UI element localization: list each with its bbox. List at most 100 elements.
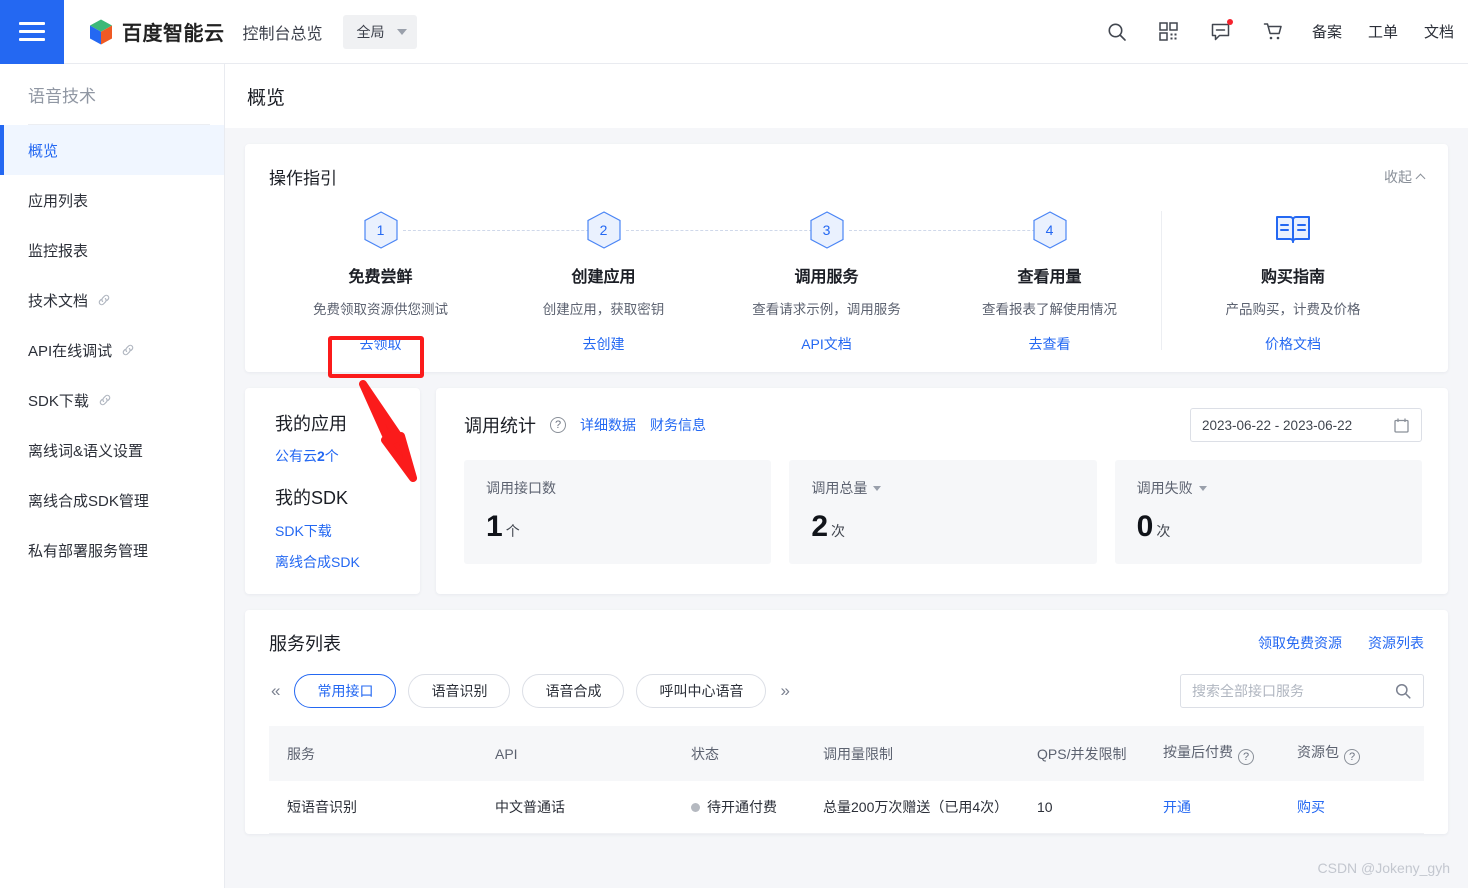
question-circle-icon[interactable]: ? [1344, 749, 1360, 765]
step-number: 3 [822, 222, 831, 238]
status-badge: 待开通付费 [691, 797, 791, 817]
header-link-docs[interactable]: 文档 [1424, 21, 1454, 42]
external-link-icon [98, 393, 112, 407]
console-title[interactable]: 控制台总览 [243, 20, 323, 44]
guide-step-3: 3 调用服务 查看请求示例，调用服务 API文档 [715, 207, 1050, 354]
sidebar-group-title: 语音技术 [28, 86, 96, 106]
stat-value-unit: 次 [1156, 523, 1171, 539]
double-chevron-left-icon[interactable]: « [269, 681, 282, 701]
stat-tile-value: 1 个 [486, 512, 749, 542]
call-statistics-card: 调用统计 ? 详细数据 财务信息 2023-06-22 - 2023-06-22 [436, 388, 1448, 594]
col-resource-package: 资源包? [1279, 726, 1424, 781]
stat-value-number: 0 [1136, 510, 1154, 543]
service-list-title: 服务列表 [269, 634, 341, 654]
step-name: 免费尝鲜 [348, 269, 413, 286]
sdk-download-link[interactable]: SDK下载 [275, 521, 420, 541]
search-icon[interactable] [1394, 682, 1412, 700]
public-cloud-count-link[interactable]: 公有云2个 [275, 446, 420, 466]
service-table: 服务 API 状态 调用量限制 QPS/并发限制 按量后付费 ? 资源包 ? 短… [269, 726, 1424, 834]
buy-guide-badge [1162, 207, 1424, 253]
tab-common-api[interactable]: 常用接口 [294, 674, 397, 708]
stats-link-financial-info[interactable]: 财务信息 [650, 415, 706, 435]
stat-tile-value: 0 次 [1137, 512, 1400, 542]
region-selector[interactable]: 全局 [342, 14, 417, 49]
service-table-head: 服务 API 状态 调用量限制 QPS/并发限制 按量后付费 ? 资源包 ? [269, 726, 1424, 781]
enable-postpaid-link[interactable]: 开通 [1163, 799, 1191, 815]
my-sdk-title: 我的SDK [275, 488, 349, 508]
step-description: 免费领取资源供您测试 [313, 302, 448, 317]
cell-resource-package: 购买 [1279, 781, 1424, 834]
hamburger-menu-icon[interactable] [0, 0, 64, 64]
sidebar-item-label: 私有部署服务管理 [28, 542, 149, 560]
sidebar-item-offline-word-semantic[interactable]: 离线词&语义设置 [0, 425, 224, 475]
offline-tts-sdk-link[interactable]: 离线合成SDK [275, 552, 420, 572]
apps-grid-icon[interactable] [1156, 19, 1182, 45]
sidebar-item-label: 离线合成SDK管理 [28, 492, 149, 510]
tab-speech-recognition[interactable]: 语音识别 [408, 674, 511, 708]
tab-label: 常用接口 [317, 683, 374, 699]
step-action-view-usage[interactable]: 去查看 [1029, 334, 1071, 354]
stat-tile-label[interactable]: 调用失败 [1137, 478, 1400, 498]
question-circle-icon[interactable]: ? [550, 417, 566, 433]
step-name: 查看用量 [1017, 269, 1082, 286]
external-link-icon [97, 293, 111, 307]
buy-package-link[interactable]: 购买 [1297, 799, 1325, 815]
date-range-picker[interactable]: 2023-06-22 - 2023-06-22 [1190, 408, 1422, 442]
col-api: API [477, 726, 673, 781]
stat-value-unit: 次 [831, 523, 846, 539]
collapse-button[interactable]: 收起 [1384, 167, 1426, 187]
service-tabs-row: « 常用接口 语音识别 语音合成 呼叫中心语音 » [269, 674, 1424, 708]
tab-speech-synthesis[interactable]: 语音合成 [522, 674, 625, 708]
resource-list-link[interactable]: 资源列表 [1368, 633, 1424, 653]
step-description: 创建应用，获取密钥 [542, 302, 665, 317]
guide-step-4: 4 查看用量 查看报表了解使用情况 去查看 [938, 207, 1161, 354]
stats-tiles: 调用接口数 1 个 调用总量 2 次 调用失败 0 次 [464, 460, 1422, 564]
sidebar-item-api-debug[interactable]: API在线调试 [0, 325, 224, 375]
cell-qps: 10 [1019, 781, 1145, 834]
brand-logo-link[interactable]: 百度智能云 [88, 17, 225, 46]
step-number: 1 [376, 222, 385, 238]
sidebar-item-label: SDK下载 [28, 392, 89, 410]
sidebar-item-app-list[interactable]: 应用列表 [0, 175, 224, 225]
sidebar-item-label: 技术文档 [28, 292, 89, 310]
header-link-beian[interactable]: 备案 [1312, 21, 1342, 42]
col-label: 调用量限制 [823, 745, 893, 762]
service-list-card: 服务列表 领取免费资源 资源列表 « 常用接口 语音识别 语音合成 呼叫中心语音… [245, 610, 1448, 834]
sidebar-item-private-deploy[interactable]: 私有部署服务管理 [0, 525, 224, 575]
question-circle-icon[interactable]: ? [1238, 749, 1254, 765]
search-icon[interactable] [1104, 19, 1130, 45]
step-action-api-doc[interactable]: API文档 [801, 334, 852, 354]
tab-label: 语音合成 [545, 683, 602, 699]
cell-postpaid: 开通 [1145, 781, 1279, 834]
step-description: 查看报表了解使用情况 [982, 302, 1117, 317]
stats-link-detail-data[interactable]: 详细数据 [580, 415, 636, 435]
guide-steps: 1 免费尝鲜 免费领取资源供您测试 去领取 2 创建应用 创建应用，获取密钥 去… [269, 207, 1424, 354]
sidebar-item-monitor-report[interactable]: 监控报表 [0, 225, 224, 275]
status-text: 待开通付费 [707, 799, 777, 815]
claim-free-resource-link[interactable]: 领取免费资源 [1258, 633, 1342, 653]
sidebar-item-overview[interactable]: 概览 [0, 125, 224, 175]
sidebar-item-tech-docs[interactable]: 技术文档 [0, 275, 224, 325]
step-name: 创建应用 [571, 269, 636, 286]
header-link-ticket[interactable]: 工单 [1368, 21, 1398, 42]
stat-value-unit: 个 [505, 523, 520, 539]
main-content: 概览 操作指引 收起 1 免费尝鲜 免费领取资源供您测试 去领取 2 创建应用 … [225, 64, 1468, 888]
tab-call-center-voice[interactable]: 呼叫中心语音 [636, 674, 767, 708]
double-chevron-right-icon[interactable]: » [778, 681, 791, 701]
cart-icon[interactable] [1260, 19, 1286, 45]
step-action-create[interactable]: 去创建 [583, 334, 625, 354]
service-search-input[interactable] [1192, 683, 1394, 699]
sidebar-item-sdk-download[interactable]: SDK下载 [0, 375, 224, 425]
sidebar-item-offline-tts-sdk[interactable]: 离线合成SDK管理 [0, 475, 224, 525]
page-title-bar: 概览 [225, 64, 1468, 128]
collapse-label: 收起 [1384, 168, 1412, 185]
guide-header: 操作指引 收起 [269, 164, 1426, 189]
stat-tile-total-calls: 调用总量 2 次 [789, 460, 1097, 564]
message-icon[interactable] [1208, 18, 1234, 45]
col-label: 资源包 [1297, 744, 1339, 760]
buy-guide-price-doc-link[interactable]: 价格文档 [1265, 334, 1321, 354]
sidebar: 语音技术 概览 应用列表 监控报表 技术文档 API在线调试 SDK下载 离线词… [0, 64, 225, 888]
hamburger-bar [19, 30, 45, 33]
stat-tile-label[interactable]: 调用总量 [811, 478, 1074, 498]
step-action-claim[interactable]: 去领取 [360, 334, 402, 354]
